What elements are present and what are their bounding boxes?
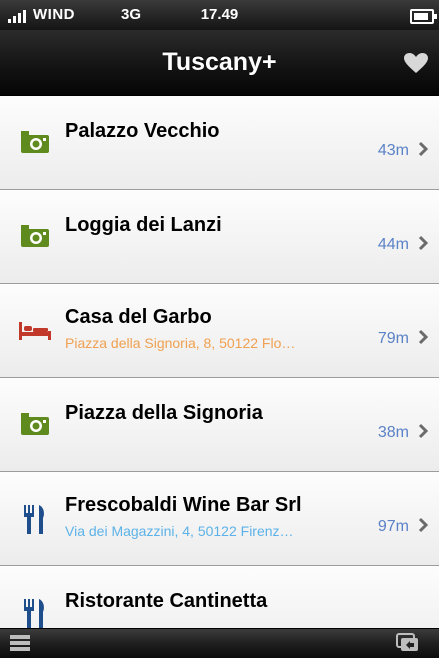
page-title: Tuscany+ — [162, 48, 277, 76]
place-name: Palazzo Vecchio — [65, 120, 220, 142]
list-item[interactable]: Loggia dei Lanzi 44m — [0, 190, 439, 284]
place-name: Loggia dei Lanzi — [65, 214, 222, 236]
battery-icon — [410, 9, 437, 24]
chevron-right-icon — [418, 141, 429, 157]
window-button[interactable] — [396, 633, 420, 653]
camera-icon — [18, 124, 52, 158]
battery-level — [414, 13, 428, 20]
restaurant-icon — [18, 596, 52, 628]
bed-icon — [18, 312, 52, 346]
list-item[interactable]: Frescobaldi Wine Bar Srl Via dei Magazzin… — [0, 472, 439, 566]
chevron-right-icon — [418, 329, 429, 345]
bottom-toolbar — [0, 628, 439, 658]
camera-icon — [18, 218, 52, 252]
place-address: Via dei Magazzini, 4, 50122 Firenz… — [65, 523, 294, 539]
restaurant-icon — [18, 502, 52, 536]
menu-icon — [10, 635, 30, 651]
list-item[interactable]: Ristorante Cantinetta — [0, 566, 439, 628]
place-name: Ristorante Cantinetta — [65, 590, 268, 612]
place-name: Casa del Garbo — [65, 306, 212, 328]
navigation-bar: Tuscany+ — [0, 30, 439, 96]
chevron-right-icon — [418, 517, 429, 533]
camera-icon — [18, 406, 52, 440]
place-name: Frescobaldi Wine Bar Srl — [65, 494, 302, 516]
place-distance: 97m — [377, 518, 409, 535]
place-distance: 44m — [377, 236, 409, 253]
menu-button[interactable] — [10, 635, 30, 651]
window-icon — [396, 633, 418, 651]
clock: 17.49 — [200, 6, 239, 23]
heart-icon — [404, 53, 428, 73]
list-item[interactable]: Casa del Garbo Piazza della Signoria, 8, … — [0, 284, 439, 378]
place-distance: 38m — [377, 424, 409, 441]
place-address: Piazza della Signoria, 8, 50122 Flo… — [65, 335, 296, 351]
list-item[interactable]: Palazzo Vecchio 43m — [0, 96, 439, 190]
chevron-right-icon — [418, 423, 429, 439]
favorites-button[interactable] — [403, 52, 429, 74]
place-distance: 79m — [377, 330, 409, 347]
list-item[interactable]: Piazza della Signoria 38m — [0, 378, 439, 472]
places-list: Palazzo Vecchio 43m Loggia dei Lanzi 44m Cas… — [0, 96, 439, 628]
place-name: Piazza della Signoria — [65, 402, 263, 424]
chevron-right-icon — [418, 235, 429, 251]
place-distance: 43m — [377, 142, 409, 159]
status-bar: WIND 3G 17.49 — [0, 0, 439, 30]
